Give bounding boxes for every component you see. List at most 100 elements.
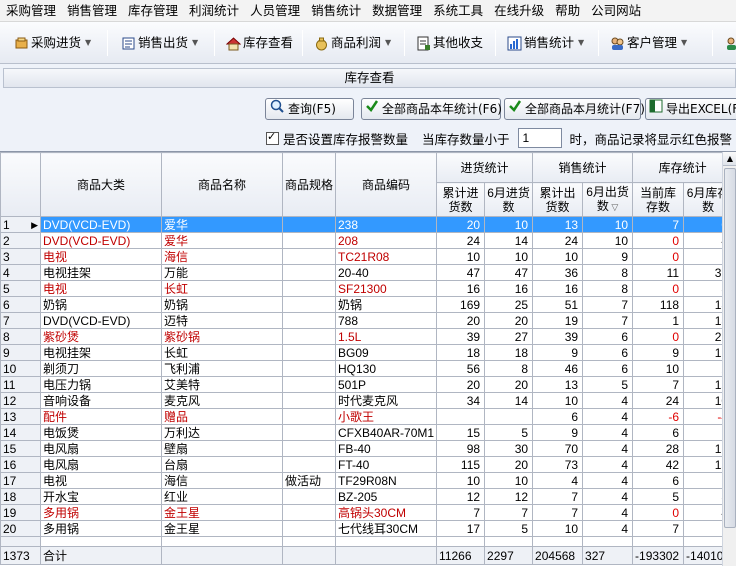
cell-cur-stock[interactable]: 6: [632, 472, 685, 489]
cell-cur-stock[interactable]: 11: [632, 264, 685, 281]
cell-category[interactable]: 奶锅: [40, 296, 162, 313]
cell-code[interactable]: 788: [334, 312, 438, 329]
header-month-out[interactable]: 6月出货数 ▽: [582, 182, 634, 217]
cell-category[interactable]: 电视挂架: [40, 344, 162, 361]
cell-spec[interactable]: [282, 456, 336, 473]
cell-month-in[interactable]: 25: [484, 296, 534, 313]
table-row[interactable]: 11电压力锅艾美特501P2020135715: [0, 376, 734, 393]
table-row[interactable]: 2DVD(VCD-EVD)爱华2082414241004: [0, 232, 734, 249]
cell-month-in[interactable]: 8: [484, 360, 534, 377]
toolbar-sales-button[interactable]: 销售出货 ▼: [121, 33, 198, 53]
row-index[interactable]: 14: [0, 424, 41, 441]
cell-cum-in[interactable]: 17: [436, 520, 486, 537]
cell-spec[interactable]: [282, 232, 336, 249]
cell-cum-out[interactable]: 36: [532, 264, 584, 281]
cell-category[interactable]: 开水宝: [40, 488, 162, 505]
cell-spec[interactable]: [282, 440, 336, 457]
cell-month-out[interactable]: 10: [582, 232, 634, 249]
cell-code[interactable]: SF21300: [334, 280, 438, 297]
cell-month-in[interactable]: 10: [484, 472, 534, 489]
cell-spec[interactable]: [282, 360, 336, 377]
cell-name[interactable]: 爱华: [161, 232, 283, 249]
cell-month-out[interactable]: 4: [582, 504, 634, 521]
cell-cum-in[interactable]: 115: [436, 456, 486, 473]
cell-spec[interactable]: [282, 248, 336, 265]
cell-month-in[interactable]: 18: [484, 344, 534, 361]
row-index[interactable]: 8: [0, 328, 41, 345]
cell-name[interactable]: 台扇: [161, 456, 283, 473]
chevron-down-icon[interactable]: ▼: [85, 33, 91, 53]
menu-item[interactable]: 帮助: [549, 0, 585, 22]
query-button[interactable]: 查询(F5): [265, 98, 354, 120]
cell-cum-out[interactable]: 51: [532, 296, 584, 313]
chevron-down-icon[interactable]: ▼: [578, 33, 584, 53]
cell-category[interactable]: 电视挂架: [40, 264, 162, 281]
cell-cum-in[interactable]: 20: [436, 312, 486, 329]
cell-cur-stock[interactable]: 28: [632, 440, 685, 457]
row-index[interactable]: 9: [0, 344, 41, 361]
cell-category[interactable]: 电风扇: [40, 456, 162, 473]
cell-cum-out[interactable]: 24: [532, 232, 584, 249]
cell-cum-out[interactable]: 9: [532, 424, 584, 441]
cell-cur-stock[interactable]: 0: [632, 328, 685, 345]
cell-cum-in[interactable]: 169: [436, 296, 486, 313]
cell-cur-stock[interactable]: 7: [632, 216, 685, 233]
toolbar-stock-view-button[interactable]: 库存查看: [225, 33, 293, 53]
cell-cur-stock[interactable]: 5: [632, 488, 685, 505]
row-index[interactable]: 17: [0, 472, 41, 489]
header-code[interactable]: 商品编码: [334, 152, 438, 217]
cell-cum-in[interactable]: 10: [436, 248, 486, 265]
cell-code[interactable]: TC21R08: [334, 248, 438, 265]
cell-month-out[interactable]: 4: [582, 520, 634, 537]
row-index[interactable]: 15: [0, 440, 41, 457]
cell-month-in[interactable]: 10: [484, 248, 534, 265]
cell-month-out[interactable]: 6: [582, 360, 634, 377]
row-index[interactable]: 5: [0, 280, 41, 297]
cell-name[interactable]: 麦克风: [161, 392, 283, 409]
cell-spec[interactable]: [282, 504, 336, 521]
cell-spec[interactable]: [282, 376, 336, 393]
cell-spec[interactable]: [282, 216, 336, 233]
cell-category[interactable]: 电风扇: [40, 440, 162, 457]
cell-code[interactable]: 501P: [334, 376, 438, 393]
table-row[interactable]: 16电风扇台扇FT-40115207344215: [0, 456, 734, 473]
cell-code[interactable]: 奶锅: [334, 296, 438, 313]
cell-spec[interactable]: [282, 280, 336, 297]
menu-item[interactable]: 人员管理: [244, 0, 305, 22]
cell-cum-out[interactable]: 4: [532, 472, 584, 489]
cell-cum-out[interactable]: 39: [532, 328, 584, 345]
cell-name[interactable]: 长虹: [161, 344, 283, 361]
cell-spec[interactable]: [282, 344, 336, 361]
cell-month-out[interactable]: 4: [582, 440, 634, 457]
cell-category[interactable]: 电视: [40, 280, 162, 297]
cell-code[interactable]: 时代麦克风: [334, 392, 438, 409]
cell-cur-stock[interactable]: -6: [632, 408, 685, 425]
cell-month-out[interactable]: 7: [582, 296, 634, 313]
cell-name[interactable]: 爱华: [161, 216, 283, 233]
cell-month-out[interactable]: 6: [582, 328, 634, 345]
cell-cum-in[interactable]: 20: [436, 376, 486, 393]
cell-month-in[interactable]: 10: [484, 216, 534, 233]
cell-name[interactable]: 艾美特: [161, 376, 283, 393]
toolbar-more-button[interactable]: [724, 33, 736, 53]
cell-category[interactable]: 电饭煲: [40, 424, 162, 441]
month-stats-button[interactable]: 全部商品本月统计(F7): [504, 98, 645, 120]
menu-item[interactable]: 利润统计: [183, 0, 244, 22]
cell-month-out[interactable]: 4: [582, 472, 634, 489]
table-row[interactable]: 19多用锅金王星高锅头30CM777404: [0, 504, 734, 521]
cell-name[interactable]: 紫砂锅: [161, 328, 283, 345]
cell-cur-stock[interactable]: 0: [632, 232, 685, 249]
cell-category[interactable]: DVD(VCD-EVD): [40, 312, 162, 329]
cell-name[interactable]: 红业: [161, 488, 283, 505]
cell-month-out[interactable]: 9: [582, 248, 634, 265]
cell-cum-in[interactable]: 18: [436, 344, 486, 361]
row-index[interactable]: 13: [0, 408, 41, 425]
cell-category[interactable]: 剃须刀: [40, 360, 162, 377]
cell-category[interactable]: 多用锅: [40, 520, 162, 537]
cell-month-out[interactable]: 6: [582, 344, 634, 361]
cell-name[interactable]: 长虹: [161, 280, 283, 297]
cell-code[interactable]: 小歌王: [334, 408, 438, 425]
cell-name[interactable]: 迈特: [161, 312, 283, 329]
cell-code[interactable]: 七代线耳30CM: [334, 520, 438, 537]
cell-month-in[interactable]: 47: [484, 264, 534, 281]
